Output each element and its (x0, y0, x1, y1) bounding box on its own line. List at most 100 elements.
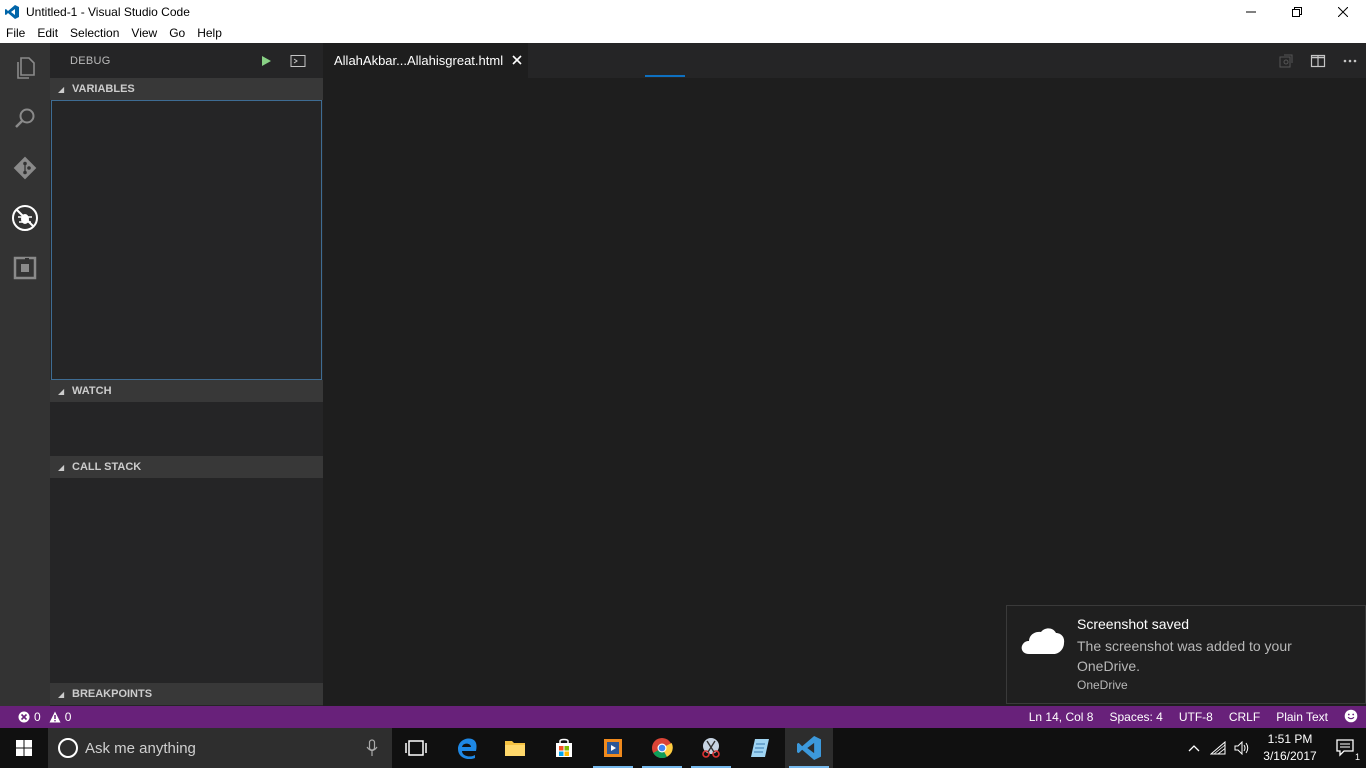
encoding[interactable]: UTF-8 (1171, 710, 1221, 724)
expanded-triangle-icon: ◢ (58, 689, 65, 699)
editor-tab[interactable]: AllahAkbar...Allahisgreat.html (323, 43, 528, 78)
chevron-up-icon (1188, 745, 1200, 752)
menu-bar: File Edit Selection View Go Help (0, 23, 1366, 43)
more-icon (1343, 59, 1357, 62)
tab-close-button[interactable] (509, 52, 525, 68)
taskbar-file-explorer[interactable] (491, 728, 539, 768)
sidebar-title: DEBUG (70, 54, 111, 67)
start-button[interactable] (0, 728, 48, 768)
volume-button[interactable] (1230, 728, 1254, 768)
close-icon (512, 55, 522, 65)
debug-icon (12, 205, 38, 231)
more-actions-button[interactable] (1334, 43, 1366, 78)
cortana-icon (58, 738, 78, 758)
watch-label: WATCH (72, 385, 112, 397)
open-console-button[interactable] (289, 52, 307, 70)
smiley-icon (1344, 709, 1358, 722)
cursor-position[interactable]: Ln 14, Col 8 (1021, 710, 1102, 724)
show-hidden-icons-button[interactable] (1182, 728, 1206, 768)
warning-count: 0 (64, 710, 72, 724)
variables-label: VARIABLES (72, 83, 135, 95)
cortana-search-box[interactable]: Ask me anything (48, 728, 392, 768)
notification-badge: 1 (1354, 752, 1360, 762)
store-icon (556, 738, 572, 757)
breakpoints-label: BREAKPOINTS (72, 688, 153, 700)
menu-selection[interactable]: Selection (64, 26, 125, 40)
variables-section-header[interactable]: ◢ VARIABLES (50, 78, 323, 100)
call-stack-panel[interactable] (50, 478, 323, 683)
task-view-button[interactable] (392, 728, 440, 768)
status-bar: 0 0 Ln 14, Col 8 Spaces: 4 UTF-8 CRLF Pl… (0, 706, 1366, 728)
split-editor-icon (1310, 54, 1326, 67)
clock-date: 3/16/2017 (1263, 749, 1317, 763)
onedrive-notification[interactable]: Screenshot saved The screenshot was adde… (1006, 605, 1366, 704)
microphone-icon (366, 739, 378, 756)
cloud-icon (1019, 626, 1065, 660)
taskbar-chrome[interactable] (638, 728, 686, 768)
editor-actions (1270, 43, 1366, 78)
editor-tabs: AllahAkbar...Allahisgreat.html (323, 43, 1366, 78)
sidebar-header: DEBUG (50, 43, 323, 78)
menu-file[interactable]: File (0, 26, 31, 40)
notification-body: The screenshot was added to your OneDriv… (1077, 638, 1292, 674)
edge-icon (458, 738, 477, 759)
notification-title: Screenshot saved (1077, 616, 1190, 632)
debug-sidebar: DEBUG ◢ VARIABLES ◢ WATCH ◢ CALL STACK ◢… (50, 43, 323, 706)
taskbar-store[interactable] (540, 728, 588, 768)
status-right: Ln 14, Col 8 Spaces: 4 UTF-8 CRLF Plain … (1021, 706, 1366, 728)
taskbar-edge[interactable] (443, 728, 491, 768)
variables-panel[interactable] (51, 100, 322, 380)
start-debugging-button[interactable] (257, 52, 275, 70)
menu-view[interactable]: View (125, 26, 163, 40)
close-window-button[interactable] (1320, 0, 1366, 23)
media-player-icon (604, 739, 622, 757)
watch-panel[interactable] (50, 402, 323, 456)
menu-go[interactable]: Go (163, 26, 191, 40)
problems-indicator[interactable]: 0 0 (0, 710, 79, 724)
error-count: 0 (34, 710, 41, 724)
network-button[interactable] (1206, 728, 1230, 768)
watch-section-header[interactable]: ◢ WATCH (50, 380, 323, 402)
activity-extensions[interactable] (0, 243, 50, 293)
taskbar-media-player[interactable] (589, 728, 637, 768)
expanded-triangle-icon: ◢ (58, 462, 65, 472)
chrome-icon (652, 738, 673, 759)
progress-indicator (645, 75, 685, 77)
indentation[interactable]: Spaces: 4 (1101, 710, 1170, 724)
open-preview-button[interactable] (1270, 43, 1302, 78)
notification-icon (1336, 739, 1354, 757)
split-editor-button[interactable] (1302, 43, 1334, 78)
language-mode[interactable]: Plain Text (1268, 710, 1336, 724)
taskbar-vscode[interactable] (785, 728, 833, 768)
action-center-button[interactable]: 1 (1326, 728, 1366, 768)
activity-explorer[interactable] (0, 43, 50, 93)
menu-help[interactable]: Help (191, 26, 228, 40)
warning-icon (49, 711, 61, 723)
vscode-icon (797, 736, 821, 760)
taskbar-notepad[interactable] (736, 728, 784, 768)
taskbar: Ask me anything 1:51 PM 3/16/2017 1 (0, 728, 1366, 768)
breakpoints-section-header[interactable]: ◢ BREAKPOINTS (50, 683, 323, 705)
activity-git[interactable] (0, 143, 50, 193)
feedback-button[interactable] (1336, 709, 1366, 726)
taskbar-snipping-tool[interactable] (687, 728, 735, 768)
extensions-icon (13, 256, 37, 280)
play-icon (262, 56, 271, 66)
restore-button[interactable] (1274, 0, 1320, 23)
notification-source: OneDrive (1077, 678, 1128, 692)
search-placeholder: Ask me anything (85, 739, 196, 757)
call-stack-section-header[interactable]: ◢ CALL STACK (50, 456, 323, 478)
console-icon (290, 55, 306, 67)
activity-search[interactable] (0, 93, 50, 143)
clock[interactable]: 1:51 PM 3/16/2017 (1254, 731, 1326, 765)
git-icon (13, 156, 37, 180)
call-stack-label: CALL STACK (72, 461, 142, 473)
line-ending[interactable]: CRLF (1221, 710, 1268, 724)
scissors-icon (702, 738, 720, 758)
system-tray: 1:51 PM 3/16/2017 1 (1182, 728, 1366, 768)
menu-edit[interactable]: Edit (31, 26, 64, 40)
folder-icon (505, 741, 525, 756)
error-icon (18, 711, 30, 723)
activity-debug[interactable] (0, 193, 50, 243)
minimize-button[interactable] (1228, 0, 1274, 23)
